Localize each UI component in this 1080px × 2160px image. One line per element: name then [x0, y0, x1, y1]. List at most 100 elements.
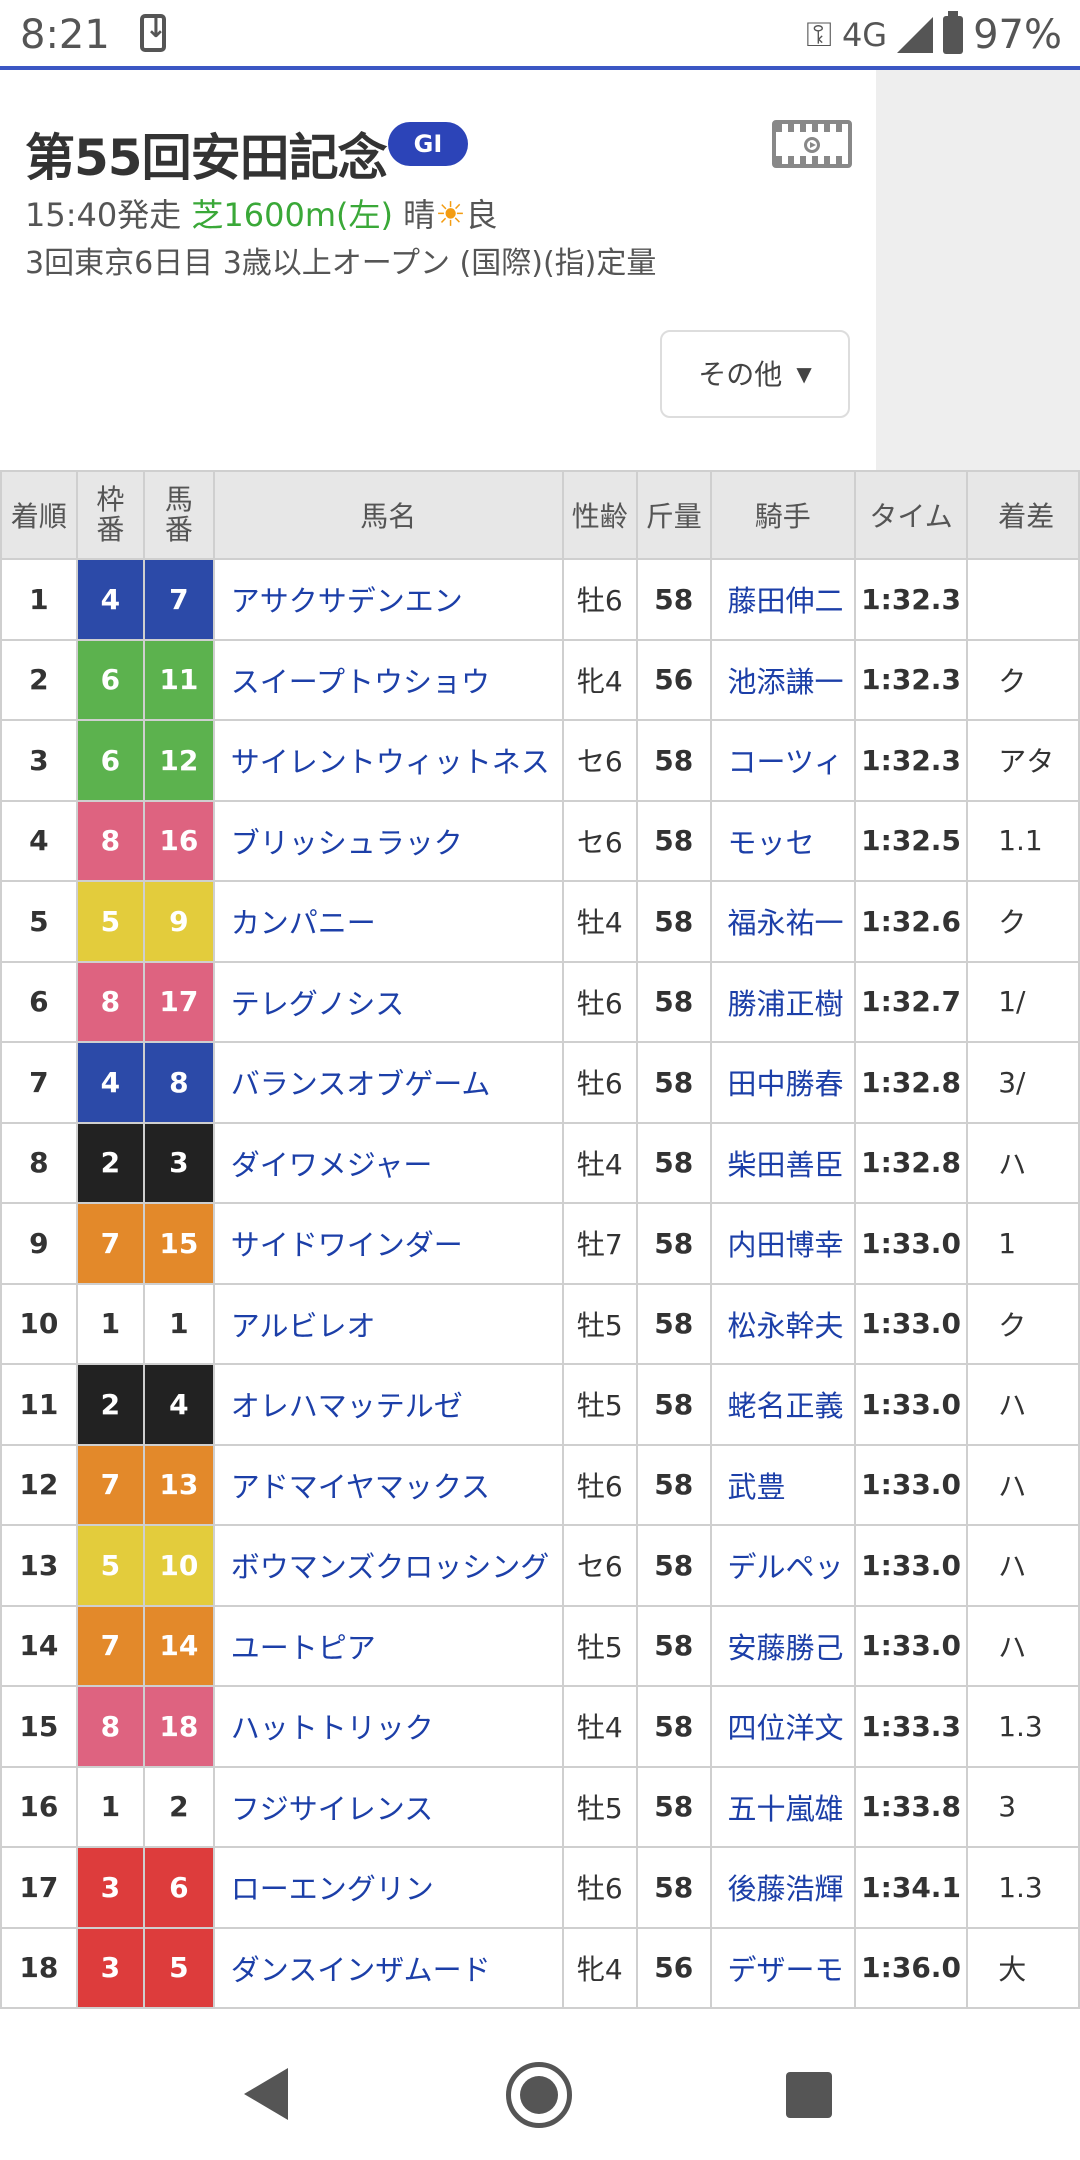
table-row[interactable]: 16 1 2 フジサイレンス 牡5 58 五十嵐雄 1:33.8 3: [0, 1765, 1080, 1848]
horse-name-link[interactable]: カンパニー: [212, 880, 564, 963]
video-icon[interactable]: [772, 120, 852, 168]
table-row[interactable]: 11 2 4 オレハマッテルゼ 牡5 58 蛯名正義 1:33.0 ハ: [0, 1363, 1080, 1446]
jockey-link[interactable]: デルペッ: [709, 1524, 856, 1607]
waku-cell: 2: [75, 1363, 145, 1446]
table-row[interactable]: 13 5 10 ボウマンズクロッシング セ6 58 デルペッ 1:33.0 ハ: [0, 1524, 1080, 1607]
table-row[interactable]: 12 7 13 アドマイヤマックス 牡6 58 武豊 1:33.0 ハ: [0, 1443, 1080, 1526]
table-row[interactable]: 14 7 14 ユートピア 牡5 58 安藤勝己 1:33.0 ハ: [0, 1604, 1080, 1687]
weight-cell: 58: [635, 1282, 712, 1365]
sex-age-cell: 牡4: [561, 1121, 638, 1204]
rank-cell: 13: [0, 1524, 78, 1607]
horse-name-link[interactable]: ダンスインザムード: [212, 1926, 564, 2009]
horse-name-link[interactable]: オレハマッテルゼ: [212, 1363, 564, 1446]
horse-name-link[interactable]: サイドワインダー: [212, 1202, 564, 1285]
weight-cell: 58: [635, 1685, 712, 1768]
horse-name-link[interactable]: バランスオブゲーム: [212, 1041, 564, 1124]
time-cell: 1:33.8: [853, 1765, 969, 1848]
table-row[interactable]: 18 3 5 ダンスインザムード 牝4 56 デザーモ 1:36.0 大: [0, 1926, 1080, 2009]
sex-age-cell: 牡6: [561, 1041, 638, 1124]
jockey-link[interactable]: 田中勝春: [709, 1041, 856, 1124]
time-cell: 1:36.0: [853, 1926, 969, 2009]
race-header: 第55回安田記念 GI 15:40発走 芝1600m(左) 晴☀良 3回東京6日…: [0, 70, 876, 470]
weight-cell: 58: [635, 960, 712, 1043]
horse-name-link[interactable]: ブリッシュラック: [212, 799, 564, 882]
table-row[interactable]: 7 4 8 バランスオブゲーム 牡6 58 田中勝春 1:32.8 3/: [0, 1041, 1080, 1124]
sex-age-cell: 牡5: [561, 1282, 638, 1365]
col-name: 馬名: [212, 470, 564, 560]
navigation-bar: [0, 2010, 1080, 2160]
horse-name-link[interactable]: アサクサデンエン: [212, 558, 564, 641]
jockey-link[interactable]: 武豊: [709, 1443, 856, 1526]
horse-name-link[interactable]: フジサイレンス: [212, 1765, 564, 1848]
rank-cell: 16: [0, 1765, 78, 1848]
horse-name-link[interactable]: ダイワメジャー: [212, 1121, 564, 1204]
back-icon[interactable]: [244, 2068, 288, 2120]
rank-cell: 9: [0, 1202, 78, 1285]
table-row[interactable]: 6 8 17 テレグノシス 牡6 58 勝浦正樹 1:32.7 1/: [0, 960, 1080, 1043]
table-row[interactable]: 9 7 15 サイドワインダー 牡7 58 内田博幸 1:33.0 1: [0, 1202, 1080, 1285]
jockey-link[interactable]: 四位洋文: [709, 1685, 856, 1768]
horse-name-link[interactable]: サイレントウィットネス: [212, 719, 564, 802]
jockey-link[interactable]: 藤田伸二: [709, 558, 856, 641]
weight-cell: 58: [635, 1443, 712, 1526]
table-row[interactable]: 5 5 9 カンパニー 牡4 58 福永祐一 1:32.6 ク: [0, 880, 1080, 963]
table-row[interactable]: 2 6 11 スイープトウショウ 牝4 56 池添謙一 1:32.3 ク: [0, 638, 1080, 721]
jockey-link[interactable]: 福永祐一: [709, 880, 856, 963]
umaban-cell: 15: [142, 1202, 215, 1285]
waku-cell: 5: [75, 1524, 145, 1607]
rank-cell: 1: [0, 558, 78, 641]
horse-name-link[interactable]: ユートピア: [212, 1604, 564, 1687]
horse-name-link[interactable]: ローエングリン: [212, 1846, 564, 1929]
table-row[interactable]: 10 1 1 アルビレオ 牡5 58 松永幹夫 1:33.0 ク: [0, 1282, 1080, 1365]
time-cell: 1:33.0: [853, 1443, 969, 1526]
horse-name-link[interactable]: テレグノシス: [212, 960, 564, 1043]
rank-cell: 3: [0, 719, 78, 802]
rank-cell: 5: [0, 880, 78, 963]
table-row[interactable]: 15 8 18 ハットトリック 牡4 58 四位洋文 1:33.3 1.3: [0, 1685, 1080, 1768]
umaban-cell: 5: [142, 1926, 215, 2009]
table-row[interactable]: 3 6 12 サイレントウィットネス セ6 58 コーツィ 1:32.3 アタ: [0, 719, 1080, 802]
other-menu-button[interactable]: その他 ▼: [660, 330, 850, 418]
weight-cell: 56: [635, 1926, 712, 2009]
horse-name-link[interactable]: ハットトリック: [212, 1685, 564, 1768]
jockey-link[interactable]: 松永幹夫: [709, 1282, 856, 1365]
umaban-cell: 11: [142, 638, 215, 721]
jockey-link[interactable]: モッセ: [709, 799, 856, 882]
margin-cell: ク: [966, 638, 1080, 721]
time-cell: 1:32.8: [853, 1041, 969, 1124]
margin-cell: ハ: [966, 1363, 1080, 1446]
table-row[interactable]: 4 8 16 ブリッシュラック セ6 58 モッセ 1:32.5 1.1: [0, 799, 1080, 882]
rank-cell: 7: [0, 1041, 78, 1124]
jockey-link[interactable]: 後藤浩輝: [709, 1846, 856, 1929]
horse-name-link[interactable]: ボウマンズクロッシング: [212, 1524, 564, 1607]
weather: 晴: [403, 196, 436, 234]
jockey-link[interactable]: 池添謙一: [709, 638, 856, 721]
sex-age-cell: 牡5: [561, 1765, 638, 1848]
jockey-link[interactable]: 安藤勝己: [709, 1604, 856, 1687]
table-row[interactable]: 8 2 3 ダイワメジャー 牡4 58 柴田善臣 1:32.8 ハ: [0, 1121, 1080, 1204]
time-cell: 1:32.3: [853, 558, 969, 641]
weight-cell: 58: [635, 799, 712, 882]
table-row[interactable]: 17 3 6 ローエングリン 牡6 58 後藤浩輝 1:34.1 1.3: [0, 1846, 1080, 1929]
jockey-link[interactable]: コーツィ: [709, 719, 856, 802]
table-row[interactable]: 1 4 7 アサクサデンエン 牡6 58 藤田伸二 1:32.3: [0, 558, 1080, 641]
margin-cell: ハ: [966, 1443, 1080, 1526]
umaban-cell: 2: [142, 1765, 215, 1848]
horse-name-link[interactable]: スイープトウショウ: [212, 638, 564, 721]
jockey-link[interactable]: 蛯名正義: [709, 1363, 856, 1446]
recent-apps-icon[interactable]: [786, 2072, 832, 2118]
home-icon[interactable]: [506, 2062, 572, 2128]
jockey-link[interactable]: 内田博幸: [709, 1202, 856, 1285]
horse-name-link[interactable]: アドマイヤマックス: [212, 1443, 564, 1526]
jockey-link[interactable]: 五十嵐雄: [709, 1765, 856, 1848]
weight-cell: 58: [635, 1604, 712, 1687]
post-time: 15:40発走: [25, 196, 182, 234]
sex-age-cell: 牝4: [561, 638, 638, 721]
horse-name-link[interactable]: アルビレオ: [212, 1282, 564, 1365]
jockey-link[interactable]: デザーモ: [709, 1926, 856, 2009]
jockey-link[interactable]: 勝浦正樹: [709, 960, 856, 1043]
margin-cell: ク: [966, 1282, 1080, 1365]
col-jockey: 騎手: [709, 470, 856, 560]
jockey-link[interactable]: 柴田善臣: [709, 1121, 856, 1204]
waku-cell: 8: [75, 799, 145, 882]
